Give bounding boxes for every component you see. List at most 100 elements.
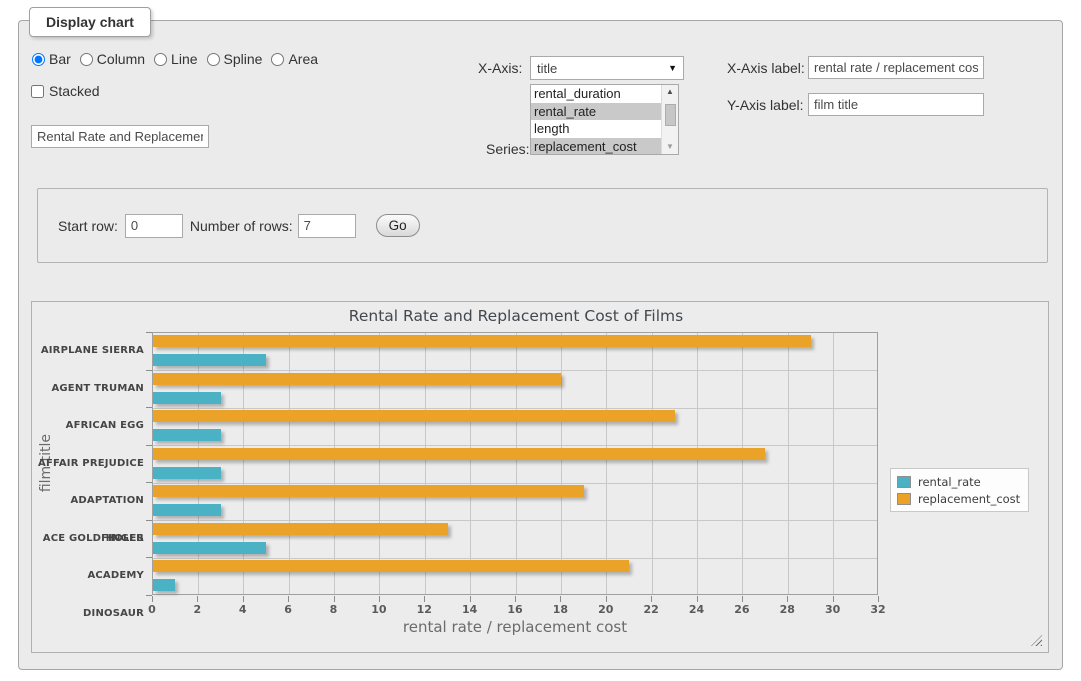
bar-replacement_cost — [153, 373, 561, 385]
bar-rental_rate — [153, 392, 221, 404]
x-axis-tick-mark — [152, 596, 153, 602]
category-label: AFRICAN EGG — [32, 407, 144, 445]
bar-rental_rate — [153, 542, 266, 554]
gridline-vertical — [697, 333, 698, 594]
bar-rental_rate — [153, 579, 175, 591]
legend-label-rental_rate: rental_rate — [918, 475, 981, 489]
bar-rental_rate — [153, 467, 221, 479]
category-label: ACADEMY DINOSAUR — [32, 557, 144, 595]
y-axis-tick-mark — [146, 482, 152, 483]
y-axis-tick-mark — [146, 407, 152, 408]
x-axis-tick-mark — [833, 596, 834, 602]
series-listbox[interactable]: rental_durationrental_ratelengthreplacem… — [530, 84, 679, 155]
x-axis-tick-mark — [787, 596, 788, 602]
gridline-vertical — [606, 333, 607, 594]
gridline-horizontal — [153, 445, 877, 446]
legend-row-replacement_cost: replacement_cost — [897, 490, 1020, 507]
gridline-vertical — [788, 333, 789, 594]
gridline-horizontal — [153, 408, 877, 409]
gridline-horizontal — [153, 520, 877, 521]
x-axis-tick-label: 22 — [636, 603, 666, 616]
x-axis-tick-label: 2 — [182, 603, 212, 616]
gridline-vertical — [742, 333, 743, 594]
chart-type-label-line: Line — [171, 51, 197, 67]
x-axis-tick-mark — [424, 596, 425, 602]
chart-type-radio-area[interactable] — [271, 53, 284, 66]
series-option-rental_rate[interactable]: rental_rate — [531, 103, 661, 121]
go-button[interactable]: Go — [376, 214, 420, 237]
chart-type-radio-column[interactable] — [80, 53, 93, 66]
x-axis-tick-mark — [606, 596, 607, 602]
series-scrollbar[interactable]: ▲ ▼ — [661, 85, 678, 154]
x-axis-tick-mark — [878, 596, 879, 602]
series-option-length[interactable]: length — [531, 120, 661, 138]
x-axis-tick-mark — [742, 596, 743, 602]
bar-rental_rate — [153, 504, 221, 516]
scroll-down-icon[interactable]: ▼ — [666, 140, 674, 154]
category-label: ACE GOLDFINGER — [32, 520, 144, 558]
series-option-replacement_cost[interactable]: replacement_cost — [531, 138, 661, 155]
number-of-rows-input[interactable] — [298, 214, 356, 238]
gridline-horizontal — [153, 483, 877, 484]
x-axis-tick-label: 4 — [228, 603, 258, 616]
bar-rental_rate — [153, 429, 221, 441]
chart-type-option-line[interactable]: Line — [154, 51, 197, 67]
x-axis-tick-mark — [197, 596, 198, 602]
chart-type-label-column: Column — [97, 51, 145, 67]
chart-type-radio-spline[interactable] — [207, 53, 220, 66]
chart-title-input[interactable] — [31, 125, 209, 148]
y-axis-tick-mark — [146, 332, 152, 333]
scroll-up-icon[interactable]: ▲ — [666, 85, 674, 99]
x-axis-label-input[interactable] — [808, 56, 984, 79]
bar-rental_rate — [153, 354, 266, 366]
x-axis-tick-label: 28 — [772, 603, 802, 616]
gridline-vertical — [652, 333, 653, 594]
y-axis-tick-mark — [146, 370, 152, 371]
scrollbar-thumb[interactable] — [665, 104, 676, 126]
start-row-input[interactable] — [125, 214, 183, 238]
chart-type-radio-line[interactable] — [154, 53, 167, 66]
category-label: AFFAIR PREJUDICE — [32, 445, 144, 483]
y-axis-tick-mark — [146, 445, 152, 446]
x-axis-tick-label: 12 — [409, 603, 439, 616]
x-axis-tick-label: 10 — [364, 603, 394, 616]
chart-type-option-area[interactable]: Area — [271, 51, 318, 67]
x-axis-tick-label: 8 — [319, 603, 349, 616]
x-axis-tick-mark — [470, 596, 471, 602]
bar-replacement_cost — [153, 560, 629, 572]
chart-type-option-spline[interactable]: Spline — [207, 51, 263, 67]
x-axis-tick-mark — [515, 596, 516, 602]
bar-replacement_cost — [153, 448, 765, 460]
series-label: Series: — [486, 141, 530, 157]
x-axis-selected-value: title — [537, 61, 557, 76]
x-axis-tick-label: 14 — [455, 603, 485, 616]
x-axis-tick-mark — [334, 596, 335, 602]
y-axis-label-label: Y-Axis label: — [727, 97, 804, 113]
chart-type-option-bar[interactable]: Bar — [32, 51, 71, 67]
stacked-label: Stacked — [49, 83, 100, 99]
chart-type-radio-bar[interactable] — [32, 53, 45, 66]
x-axis-tick-label: 20 — [591, 603, 621, 616]
stacked-checkbox[interactable] — [31, 85, 44, 98]
chart-type-group: Bar Column Line Spline Area — [32, 51, 318, 67]
x-axis-tick-mark — [651, 596, 652, 602]
bar-replacement_cost — [153, 485, 584, 497]
chart-type-label-area: Area — [288, 51, 318, 67]
legend-row-rental_rate: rental_rate — [897, 473, 1020, 490]
x-axis-select[interactable]: title ▼ — [530, 56, 684, 80]
gridline-vertical — [833, 333, 834, 594]
chart-type-option-column[interactable]: Column — [80, 51, 145, 67]
x-axis-tick-label: 6 — [273, 603, 303, 616]
chart-x-axis-title: rental rate / replacement cost — [152, 618, 878, 636]
legend-label-replacement_cost: replacement_cost — [918, 492, 1020, 506]
chart-legend: rental_rate replacement_cost — [890, 468, 1029, 512]
chart-type-label-bar: Bar — [49, 51, 71, 67]
chart-canvas: Rental Rate and Replacement Cost of Film… — [31, 301, 1049, 653]
category-label: AGENT TRUMAN — [32, 370, 144, 408]
y-axis-label-input[interactable] — [808, 93, 984, 116]
category-label: AIRPLANE SIERRA — [32, 332, 144, 370]
series-option-rental_duration[interactable]: rental_duration — [531, 85, 661, 103]
display-chart-panel: Display chart BarColumnLineSplineArea St… — [18, 20, 1063, 670]
resize-grip-icon[interactable] — [1031, 635, 1042, 646]
x-axis-tick-mark — [697, 596, 698, 602]
